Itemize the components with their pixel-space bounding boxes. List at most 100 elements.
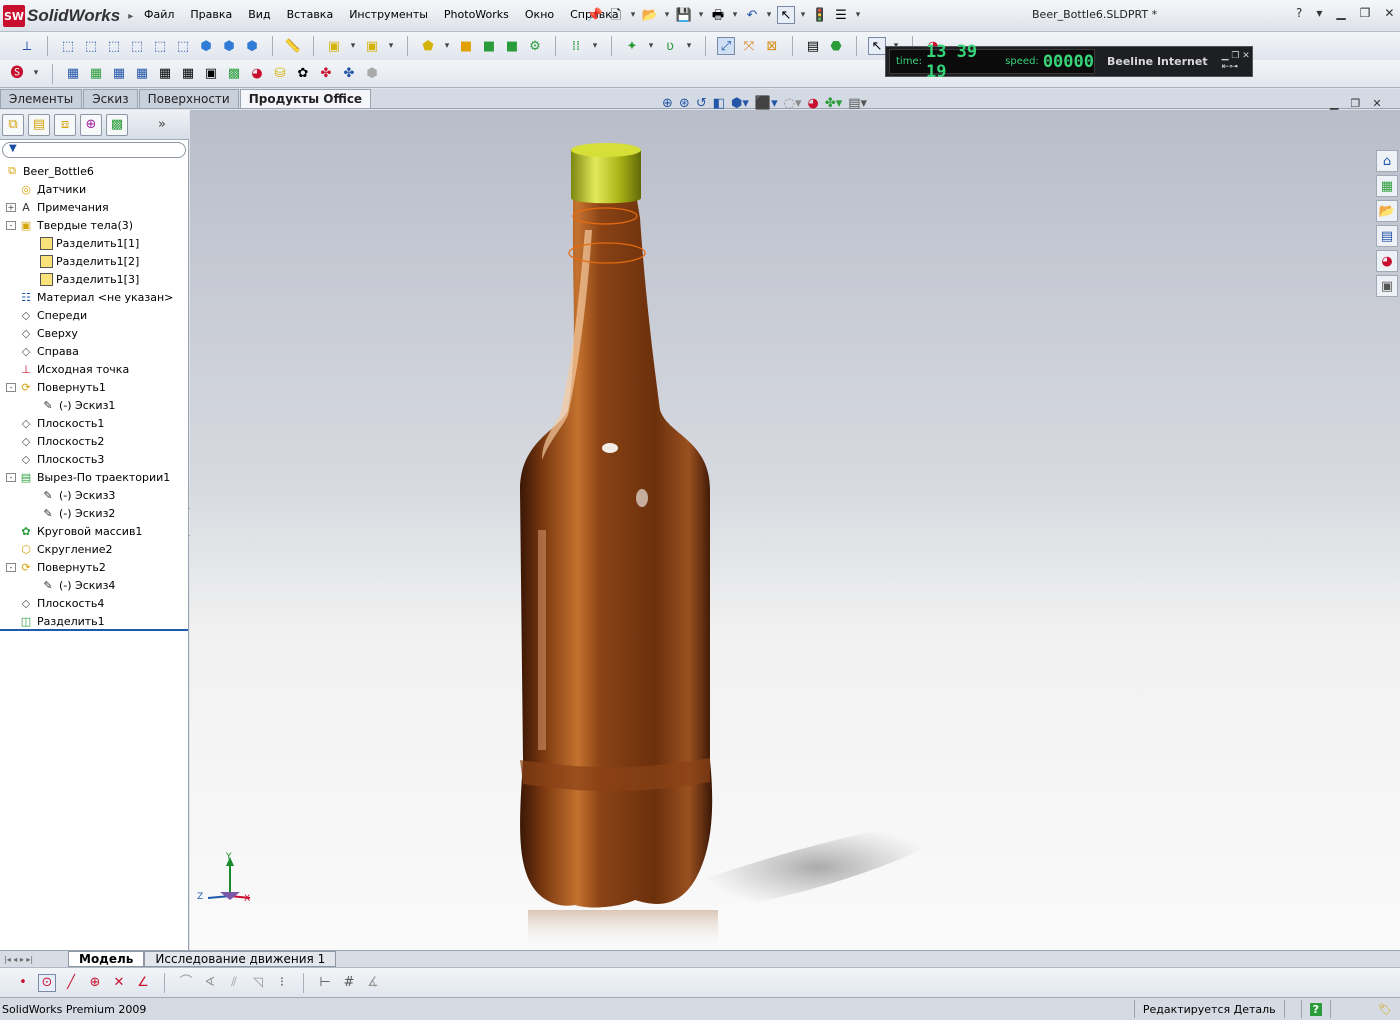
decals-icon[interactable]: ⛁	[271, 65, 289, 83]
tree-item[interactable]: ✿ Круговой массив1	[0, 522, 189, 540]
view-dimetric-icon[interactable]: ⬢	[243, 37, 261, 55]
sketch-relations-icon[interactable]: ⤧	[740, 37, 758, 55]
render-window-icon[interactable]: ▣	[202, 65, 220, 83]
photoworks-icon[interactable]: ⬣	[827, 37, 845, 55]
tab-sketch[interactable]: Эскиз	[83, 89, 138, 108]
measure-icon[interactable]: 📏	[284, 37, 302, 55]
curves-icon[interactable]: ▣	[363, 37, 381, 55]
view-isometric-icon[interactable]: ⬢	[197, 37, 215, 55]
menu-insert[interactable]: Вставка	[279, 8, 342, 21]
display-manager-tab-icon[interactable]: ▩	[106, 113, 128, 136]
tree-item[interactable]: ◇ Спереди	[0, 306, 189, 324]
render-file-icon[interactable]: ▦	[156, 65, 174, 83]
collapse-minus-icon[interactable]: -	[6, 562, 16, 572]
render-preview-icon[interactable]: ▦	[179, 65, 197, 83]
collapse-minus-icon[interactable]: -	[6, 220, 16, 230]
viewport-close-icon[interactable]: ✕	[1372, 97, 1381, 110]
chevron-down-icon[interactable]: ▾	[764, 6, 774, 24]
loft-icon[interactable]: ⚙	[526, 37, 544, 55]
menu-edit[interactable]: Правка	[182, 8, 240, 21]
convert-icon[interactable]: ◹	[249, 974, 267, 992]
tab-office-products[interactable]: Продукты Office	[239, 89, 372, 108]
status-help-icon[interactable]: ?	[1300, 1000, 1330, 1018]
tree-item[interactable]: ◇ Сверху	[0, 324, 189, 342]
render-selection-icon[interactable]: ▦	[133, 65, 151, 83]
menu-file[interactable]: Файл	[136, 8, 182, 21]
graphics-area[interactable]: Y Z X	[190, 110, 1400, 950]
view-settings-icon[interactable]: ▤▾	[848, 96, 867, 111]
widget-plug-icon[interactable]: ⇤⊶	[1222, 62, 1250, 72]
delete-relations-icon[interactable]: ⊠	[763, 37, 781, 55]
chevron-down-icon[interactable]: ▾	[442, 37, 452, 55]
extrude-icon[interactable]: ■	[457, 37, 475, 55]
new-document-icon[interactable]: 🗋	[607, 6, 625, 24]
view-top-icon[interactable]: ⬚	[151, 37, 169, 55]
mirror-icon[interactable]: ⁝	[273, 974, 291, 992]
featuremanager-tab-icon[interactable]: ⧉	[2, 113, 24, 136]
properties-icon[interactable]: ▤	[804, 37, 822, 55]
chevron-down-icon[interactable]: ▾	[348, 37, 358, 55]
configurationmanager-tab-icon[interactable]: ⧈	[54, 113, 76, 136]
render-last-icon[interactable]: ▦	[110, 65, 128, 83]
menu-view[interactable]: Вид	[240, 8, 278, 21]
sweep-icon[interactable]: ■	[503, 37, 521, 55]
chevron-down-icon[interactable]: ▾	[696, 6, 706, 24]
menu-tools[interactable]: Инструменты	[341, 8, 436, 21]
tree-filter-input[interactable]: ▼	[2, 142, 186, 158]
view-front-icon[interactable]: ⬚	[59, 37, 77, 55]
spline-icon[interactable]: ʋ	[661, 37, 679, 55]
home-icon[interactable]: ⌂	[1376, 150, 1398, 172]
expand-chevrons-icon[interactable]: »	[158, 117, 166, 132]
view-bottom-icon[interactable]: ⬚	[174, 37, 192, 55]
view-right-icon[interactable]: ⬚	[128, 37, 146, 55]
viewport-restore-icon[interactable]: ❐	[1350, 97, 1360, 110]
chevron-down-icon[interactable]: ▾	[684, 37, 694, 55]
reference-geometry-icon[interactable]: ▣	[325, 37, 343, 55]
edit-appearance-icon[interactable]: ◕	[807, 96, 818, 111]
tree-item[interactable]: - ▤ Вырез-По траектории1	[0, 468, 189, 486]
tree-item[interactable]: ◇ Плоскость4	[0, 594, 189, 612]
tab-features[interactable]: Элементы	[0, 89, 83, 108]
tree-item[interactable]: ☷ Материал <не указан>	[0, 288, 189, 306]
design-library-icon[interactable]: ▦	[1376, 175, 1398, 197]
section-view-icon[interactable]: ◧	[713, 96, 725, 111]
appearance-icon[interactable]: ⬟	[419, 37, 437, 55]
bottle-model[interactable]	[190, 110, 1400, 950]
custom-properties-icon[interactable]: ▣	[1376, 275, 1398, 297]
flyout-arrow-icon[interactable]: ▸	[128, 11, 133, 22]
apply-scene-icon[interactable]: ✤▾	[825, 96, 842, 111]
tree-item[interactable]: ◇ Плоскость1	[0, 414, 189, 432]
lighting-icon[interactable]: ✿	[294, 65, 312, 83]
render-options-icon[interactable]: ✤	[317, 65, 335, 83]
scene-icon[interactable]: ▩	[225, 65, 243, 83]
widget-minimize-close-icon[interactable]: ▁ ❐ ✕	[1222, 51, 1250, 61]
tree-item[interactable]: ⬡ Скругление2	[0, 540, 189, 558]
chevron-down-icon[interactable]: ▾	[853, 6, 863, 24]
chevron-down-icon[interactable]: ▾	[590, 37, 600, 55]
dimxpert-tab-icon[interactable]: ⊕	[80, 113, 102, 136]
undo-icon[interactable]: ↶	[743, 6, 761, 24]
tree-item[interactable]: ✎ (-) Эскиз3	[0, 486, 189, 504]
offset-icon[interactable]: ⫽	[225, 974, 243, 992]
rebuild-traffic-light-icon[interactable]: 🚦	[811, 6, 829, 24]
file-explorer-icon[interactable]: 📂	[1376, 200, 1398, 222]
pattern-icon[interactable]: ⁞⁞	[567, 37, 585, 55]
tree-item[interactable]: Разделить1[2]	[0, 252, 189, 270]
render-icon[interactable]: ▦	[64, 65, 82, 83]
chevron-down-icon[interactable]: ▾	[386, 37, 396, 55]
render-area-icon[interactable]: ▦	[87, 65, 105, 83]
print-icon[interactable]: 🖶	[709, 6, 727, 24]
tree-item[interactable]: Разделить1[1]	[0, 234, 189, 252]
revolve-feature-icon[interactable]: ■	[480, 37, 498, 55]
select-arrow-icon[interactable]: ↖	[868, 37, 886, 55]
help-question-icon[interactable]: ?	[1296, 6, 1302, 20]
view-trimetric-icon[interactable]: ⬢	[220, 37, 238, 55]
propertymanager-tab-icon[interactable]: ▤	[28, 113, 50, 136]
tab-motion-study[interactable]: Исследование движения 1	[144, 951, 337, 967]
previous-view-icon[interactable]: ↺	[696, 96, 707, 111]
dimension-icon[interactable]: ⊢	[316, 974, 334, 992]
point-icon[interactable]: •	[14, 974, 32, 992]
view-back-icon[interactable]: ⬚	[82, 37, 100, 55]
tree-item[interactable]: - ▣ Твердые тела(3)	[0, 216, 189, 234]
view-orientation-icon[interactable]: ⬢▾	[731, 96, 749, 111]
